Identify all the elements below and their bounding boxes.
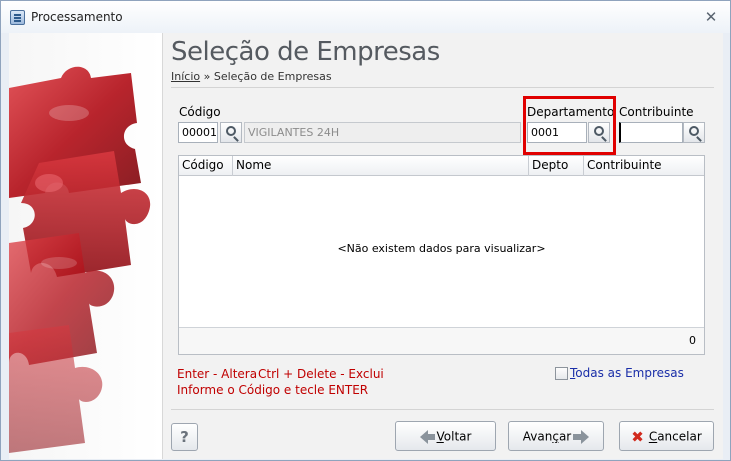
back-button-label: Voltar xyxy=(437,430,472,444)
puzzle-pieces-image xyxy=(9,66,151,453)
hint-ctrl-delete-exclui: Ctrl + Delete - Exclui xyxy=(258,367,384,381)
cancel-button[interactable]: ✖ Cancelar xyxy=(619,421,714,451)
contribuinte-label: Contribuinte xyxy=(619,105,694,119)
column-header-contribuinte[interactable]: Contribuinte xyxy=(584,156,704,176)
arrow-right-icon xyxy=(573,429,590,444)
processamento-window: Processamento ✕ Seleção de Empresas Iníc… xyxy=(0,0,731,461)
codigo-search-button[interactable] xyxy=(220,122,242,143)
next-button-accel: ç xyxy=(552,429,559,444)
back-button[interactable]: Voltar xyxy=(395,421,496,451)
app-window-icon xyxy=(10,10,25,25)
page-title: Seleção de Empresas xyxy=(171,37,440,67)
breadcrumb-home-link[interactable]: Início xyxy=(171,70,200,83)
next-button-text-b: ar xyxy=(558,429,572,444)
codigo-label: Código xyxy=(179,105,221,119)
footer-divider xyxy=(171,409,714,410)
column-header-depto[interactable]: Depto xyxy=(529,156,584,176)
departamento-highlight-box xyxy=(523,96,616,155)
header-divider xyxy=(171,87,714,88)
todas-empresas-checkbox[interactable] xyxy=(555,367,568,380)
grid-empty-message: <Não existem dados para visualizar> xyxy=(337,242,546,255)
contribuinte-input[interactable] xyxy=(619,122,683,143)
main-content: Seleção de Empresas Início » Seleção de … xyxy=(162,33,723,459)
back-button-text: oltar xyxy=(443,429,472,444)
close-button[interactable]: ✕ xyxy=(700,7,722,27)
breadcrumb-current: Seleção de Empresas xyxy=(213,70,332,83)
breadcrumb-separator: » xyxy=(200,70,214,83)
arrow-left-icon xyxy=(419,429,435,444)
help-button[interactable]: ? xyxy=(171,423,198,451)
hint-enter-altera: Enter - Altera xyxy=(177,367,258,381)
hint-informe-codigo: Informe o Código e tecle ENTER xyxy=(177,383,369,397)
cancel-x-icon: ✖ xyxy=(631,427,644,446)
empresa-name-field: VIGILANTES 24H xyxy=(244,122,521,143)
todas-empresas-label-text: odas as Empresas xyxy=(575,366,684,380)
cancel-button-text: ancelar xyxy=(657,429,702,444)
search-icon xyxy=(226,126,236,136)
todas-empresas-label[interactable]: Todas as Empresas xyxy=(570,366,684,380)
column-header-nome[interactable]: Nome xyxy=(233,156,529,176)
empresas-grid[interactable]: Código Nome Depto Contribuinte <Não exis… xyxy=(178,155,705,355)
next-button-label: Avançar xyxy=(523,430,571,444)
contribuinte-search-button[interactable] xyxy=(683,122,705,143)
column-header-codigo[interactable]: Código xyxy=(179,156,233,176)
puzzle-illustration xyxy=(9,33,162,459)
grid-footer: 0 xyxy=(179,327,704,354)
grid-header: Código Nome Depto Contribuinte xyxy=(179,156,704,176)
window-title: Processamento xyxy=(31,10,123,24)
cancel-button-label: Cancelar xyxy=(649,430,702,444)
breadcrumb: Início » Seleção de Empresas xyxy=(171,70,332,83)
back-button-accel: V xyxy=(436,429,444,444)
next-button-text-a: Avan xyxy=(522,429,553,444)
grid-row-count: 0 xyxy=(689,334,696,347)
title-bar: Processamento ✕ xyxy=(1,1,730,33)
next-button[interactable]: Avançar xyxy=(508,421,604,451)
search-icon xyxy=(689,126,699,136)
cancel-button-accel: C xyxy=(648,429,658,444)
codigo-input[interactable]: 00001 xyxy=(178,122,218,143)
